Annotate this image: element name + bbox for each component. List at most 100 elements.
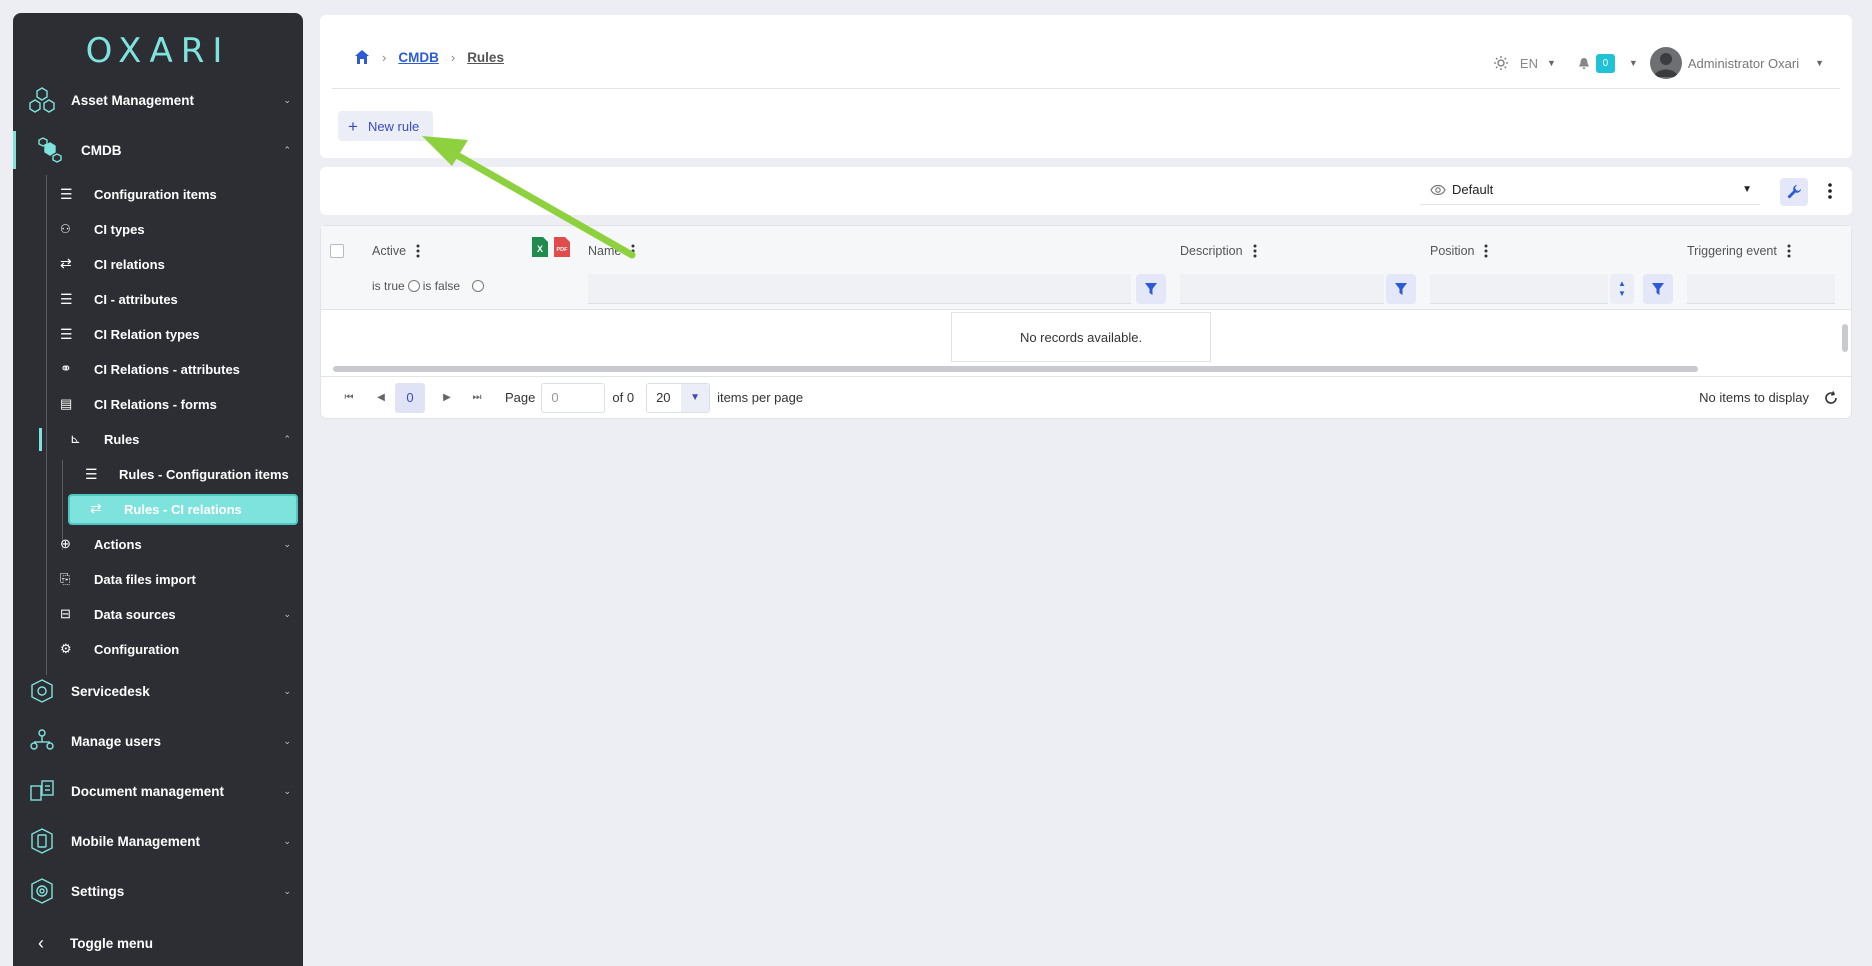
breadcrumb-cmdb-link[interactable]: CMDB	[398, 50, 439, 65]
sidebar-item-ci-relations-forms[interactable]: ▤ CI Relations - forms	[13, 387, 303, 422]
link-icon: ⚭	[60, 360, 72, 376]
triggering-event-filter-input[interactable]	[1687, 274, 1835, 304]
column-header-description[interactable]: Description	[1180, 244, 1257, 258]
last-page-icon[interactable]: ⏭	[467, 388, 487, 408]
current-page-button[interactable]: 0	[395, 382, 425, 413]
sidebar-item-data-files-import[interactable]: ⎘ Data files import	[13, 562, 303, 597]
horizontal-scrollbar[interactable]	[327, 366, 1839, 372]
column-menu-icon[interactable]	[631, 244, 635, 258]
avatar[interactable]	[1649, 47, 1682, 79]
first-page-icon[interactable]: ⏮	[339, 388, 359, 408]
nav-mobile-management[interactable]: Mobile Management ⌄	[13, 816, 303, 866]
home-icon[interactable]	[354, 49, 370, 65]
nav-cmdb[interactable]: CMDB ⌃	[13, 125, 303, 175]
filter-icon	[1652, 283, 1664, 295]
caret-down-icon[interactable]: ▼	[1815, 58, 1824, 68]
toggle-menu-button[interactable]: ‹ Toggle menu	[13, 920, 303, 966]
name-filter-button[interactable]	[1136, 274, 1166, 304]
excel-export-icon[interactable]: X	[532, 237, 548, 257]
swap-icon: ⇄	[60, 255, 72, 271]
svg-text:X: X	[537, 244, 543, 254]
is-true-radio[interactable]	[407, 280, 420, 292]
sidebar-item-data-sources[interactable]: ⊟ Data sources ⌄	[13, 597, 303, 632]
is-false-radio[interactable]	[472, 280, 485, 292]
description-filter-input[interactable]	[1180, 274, 1384, 304]
step-down-icon[interactable]: ▼	[1618, 289, 1626, 299]
chevron-right-icon: ›	[450, 49, 456, 65]
prev-page-icon[interactable]: ◀	[371, 388, 391, 408]
new-rule-button[interactable]: + New rule	[338, 111, 434, 141]
caret-down-icon: ▼	[681, 383, 710, 412]
column-header-position[interactable]: Position	[1430, 244, 1488, 258]
name-filter-input[interactable]	[588, 274, 1131, 304]
column-menu-icon[interactable]	[1253, 244, 1257, 258]
sidebar-item-ci-relations-attributes[interactable]: ⚭ CI Relations - attributes	[13, 352, 303, 387]
sidebar-item-label: Configuration items	[94, 187, 217, 202]
sidebar-item-ci-attributes[interactable]: ☰ CI - attributes	[13, 282, 303, 317]
wrench-icon	[1787, 185, 1801, 199]
position-stepper[interactable]: ▲ ▼	[1610, 274, 1634, 304]
divider	[332, 88, 1840, 89]
document-icon: ▤	[60, 396, 73, 411]
sidebar-item-ci-relations[interactable]: ⇄ CI relations	[13, 247, 303, 282]
sidebar-item-ci-relation-types[interactable]: ☰ CI Relation types	[13, 317, 303, 352]
caret-down-icon[interactable]: ▼	[1629, 58, 1638, 68]
sidebar-item-configuration[interactable]: ⚙ Configuration	[13, 632, 303, 667]
filter-icon	[1395, 283, 1407, 295]
caret-down-icon: ▼	[1742, 184, 1752, 195]
refresh-icon[interactable]	[1823, 390, 1839, 406]
position-filter-input[interactable]	[1430, 274, 1608, 304]
nav-manage-users[interactable]: Manage users ⌄	[13, 716, 303, 766]
caret-down-icon[interactable]: ▼	[1547, 58, 1556, 68]
grid-toolbar: Default ▼	[320, 167, 1852, 215]
breadcrumb-current[interactable]: Rules	[467, 50, 504, 65]
gears-icon: ⚙	[60, 641, 72, 656]
column-title: Triggering event	[1687, 244, 1777, 258]
nav-servicedesk[interactable]: Servicedesk ⌄	[13, 666, 303, 716]
column-header-name[interactable]: Name	[588, 244, 635, 258]
export-buttons: X PDF	[532, 237, 570, 257]
nav-settings[interactable]: Settings ⌄	[13, 866, 303, 916]
language-selector[interactable]: EN	[1520, 56, 1538, 71]
select-all-checkbox[interactable]	[330, 244, 344, 258]
column-header-active[interactable]: Active	[372, 244, 420, 258]
sidebar-item-rules-ci-relations[interactable]: ⇄ Rules - CI relations	[13, 492, 303, 527]
next-page-icon[interactable]: ▶	[437, 388, 457, 408]
user-name[interactable]: Administrator Oxari	[1688, 56, 1799, 71]
sidebar-item-label: CI - attributes	[94, 292, 178, 307]
column-header-triggering-event[interactable]: Triggering event	[1687, 244, 1791, 258]
more-vertical-icon[interactable]	[1827, 181, 1833, 201]
column-menu-icon[interactable]	[1484, 244, 1488, 258]
new-rule-label: New rule	[367, 118, 420, 134]
position-filter-button[interactable]	[1643, 274, 1673, 304]
page-input[interactable]: 0	[541, 382, 606, 413]
page-size-select[interactable]: 20 ▼	[646, 382, 711, 413]
list-icon: ☰	[60, 186, 73, 202]
active-filter: is true is false	[372, 279, 485, 293]
view-select[interactable]: Default ▼	[1420, 175, 1760, 205]
sidebar-item-ci-types[interactable]: ⚇ CI types	[13, 212, 303, 247]
sidebar-item-actions[interactable]: ⊕ Actions ⌄	[13, 527, 303, 562]
column-menu-icon[interactable]	[416, 244, 420, 258]
bell-icon[interactable]	[1578, 57, 1590, 70]
sidebar-item-rules[interactable]: ⊾ Rules ⌃	[13, 422, 303, 457]
nav-asset-management[interactable]: Asset Management ⌄	[13, 75, 303, 125]
sidebar-item-configuration-items[interactable]: ☰ Configuration items	[13, 177, 303, 212]
vertical-scrollbar[interactable]	[1841, 312, 1849, 364]
step-up-icon[interactable]: ▲	[1618, 279, 1626, 289]
settings-wrench-button[interactable]	[1780, 178, 1808, 206]
nav-document-management[interactable]: Document management ⌄	[13, 766, 303, 816]
theme-sun-icon[interactable]	[1493, 56, 1508, 70]
chevron-down-icon: ⌄	[283, 835, 291, 846]
description-filter-button[interactable]	[1386, 274, 1416, 304]
chevron-right-icon: ›	[382, 49, 387, 65]
users-icon	[30, 729, 54, 750]
column-menu-icon[interactable]	[1787, 244, 1791, 258]
pdf-export-icon[interactable]: PDF	[554, 237, 570, 257]
notification-badge[interactable]: 0	[1595, 53, 1615, 73]
grid-header: Active X PDF Name Description Position T…	[321, 226, 1851, 310]
sidebar-item-label: CI Relations - attributes	[94, 362, 240, 377]
sidebar-item-label: Rules - Configuration items	[119, 467, 289, 482]
pager: ⏮ ◀ 0 ▶ ⏭ Page 0 of 0 20 ▼ items per pag…	[321, 376, 1851, 418]
sidebar-item-rules-configuration-items[interactable]: ☰ Rules - Configuration items	[13, 457, 303, 492]
